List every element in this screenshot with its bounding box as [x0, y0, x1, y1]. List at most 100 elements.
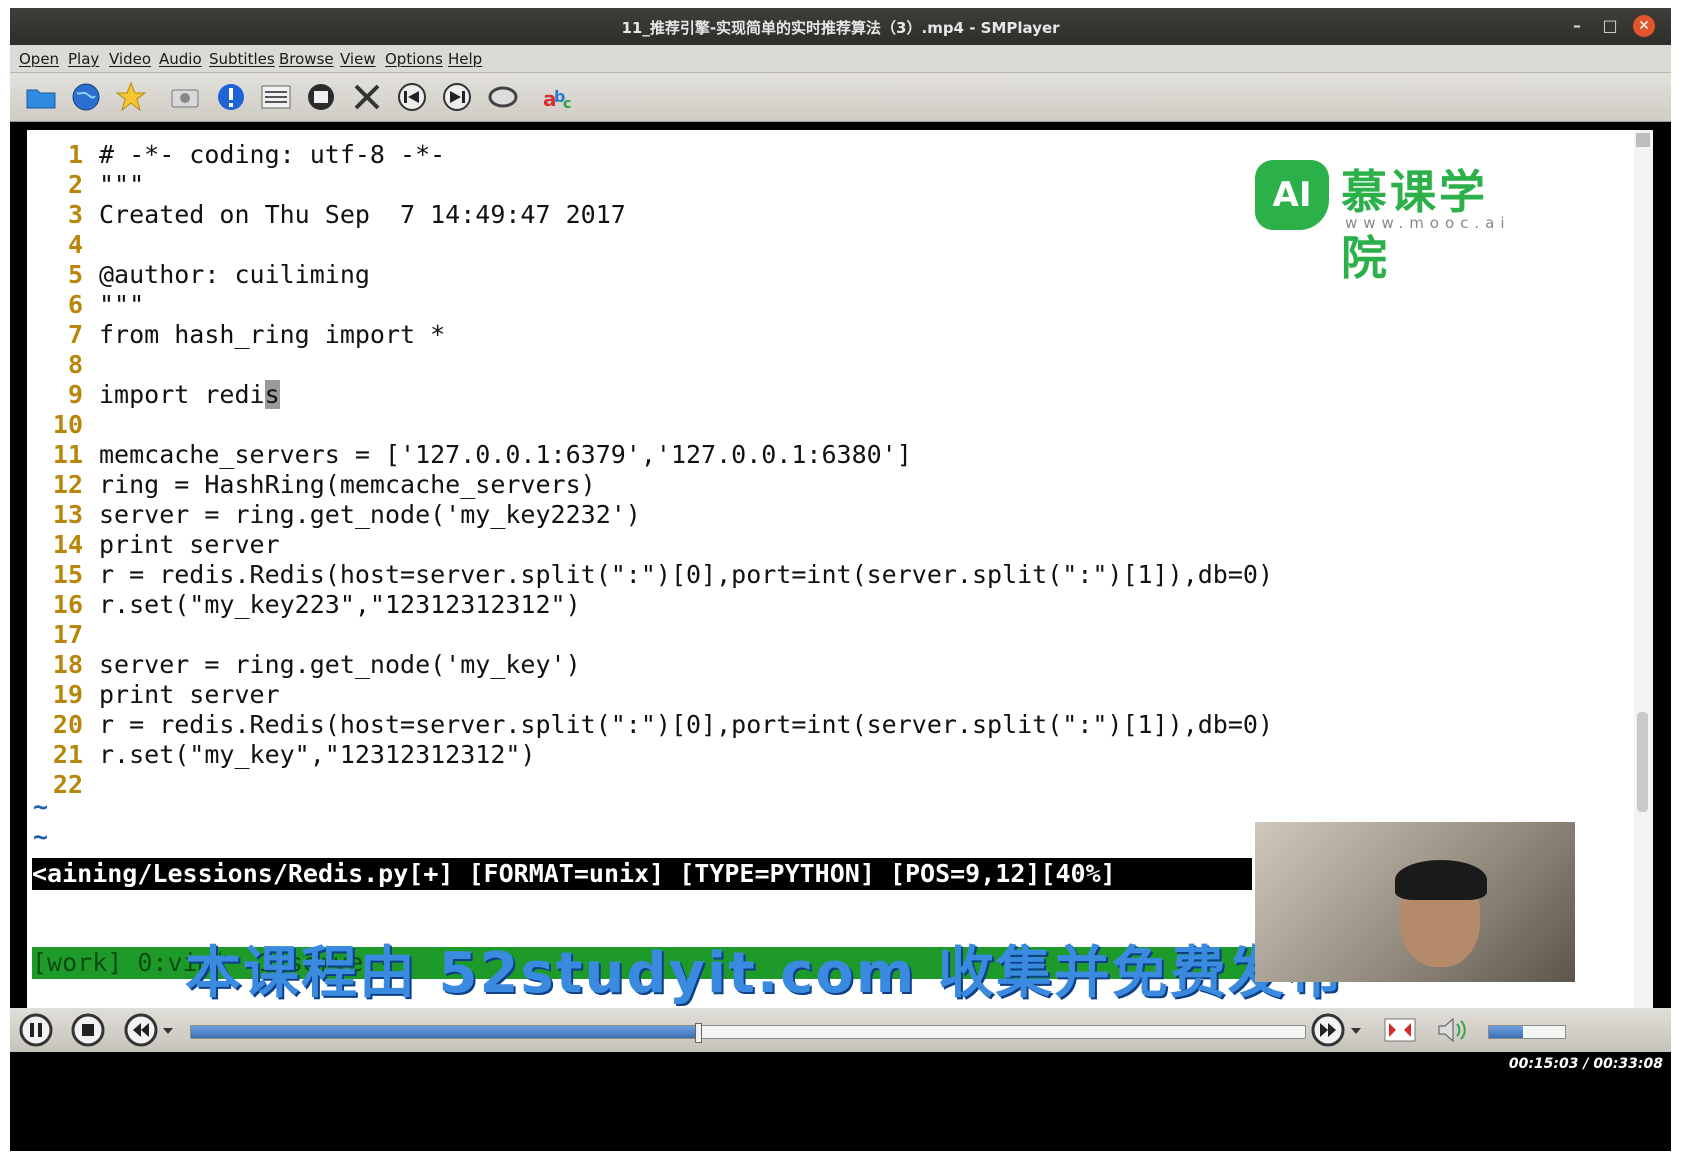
pause-icon[interactable] — [18, 1012, 54, 1048]
time-bar: 00:15:03 / 00:33:08 — [10, 1052, 1671, 1077]
code-text: ring = HashRing(memcache_servers) — [99, 470, 596, 499]
menu-play[interactable]: Play — [68, 50, 99, 68]
code-text: r.set("my_key","12312312312") — [99, 740, 536, 769]
screenshot-camera-icon[interactable] — [168, 80, 202, 114]
line-number: 16 — [52, 590, 83, 619]
seek-bar[interactable] — [190, 1023, 1306, 1043]
vim-statusline: <aining/Lessions/Redis.py[+] [FORMAT=uni… — [32, 858, 1252, 890]
empty-line-tilde: ~ — [33, 822, 49, 851]
code-text-content: # -*- coding: utf-8 -*- — [99, 140, 446, 169]
favorites-star-icon[interactable] — [114, 80, 148, 114]
playback-controls — [10, 1008, 1671, 1052]
volume-speaker-icon[interactable] — [1434, 1012, 1470, 1048]
forward-menu-chevron-icon[interactable] — [1348, 1012, 1364, 1048]
code-text: @author: cuiliming — [99, 260, 370, 289]
line-number: 7 — [67, 320, 83, 349]
playlist-icon[interactable] — [259, 80, 293, 114]
line-number: 9 — [67, 380, 83, 409]
code-text-content: server = ring.get_node('my_key') — [99, 650, 581, 679]
presenter-hair — [1395, 860, 1487, 900]
rewind-icon[interactable] — [123, 1012, 159, 1048]
code-text-content: print server — [99, 530, 280, 559]
menu-open[interactable]: Open — [19, 50, 59, 68]
volume-slider[interactable] — [1488, 1025, 1566, 1039]
logo-url: www.mooc.ai — [1345, 214, 1511, 232]
line-number: 5 — [67, 260, 83, 289]
forward-icon[interactable] — [1310, 1012, 1346, 1048]
open-folder-icon[interactable] — [24, 80, 58, 114]
line-number: 11 — [52, 440, 83, 469]
code-text: print server — [99, 530, 280, 559]
line-number: 12 — [52, 470, 83, 499]
empty-line-tilde: ~ — [33, 792, 49, 821]
code-text: server = ring.get_node('my_key2232') — [99, 500, 641, 529]
code-text-content: memcache_servers = ['127.0.0.1:6379','12… — [99, 440, 912, 469]
maximize-button[interactable]: □ — [1596, 12, 1624, 40]
scroll-up-icon[interactable] — [1636, 133, 1650, 147]
code-text: """ — [99, 170, 144, 199]
preferences-tools-icon[interactable] — [350, 80, 384, 114]
fullscreen-icon[interactable] — [1382, 1012, 1418, 1048]
code-text: server = ring.get_node('my_key') — [99, 650, 581, 679]
menu-options[interactable]: Options — [385, 50, 443, 68]
line-number: 3 — [67, 200, 83, 229]
playback-time: 00:15:03 / 00:33:08 — [1508, 1056, 1663, 1072]
line-number: 1 — [67, 140, 83, 169]
code-text-content: r.set("my_key223","12312312312") — [99, 590, 581, 619]
rewind-menu-chevron-icon[interactable] — [160, 1012, 176, 1048]
code-text: memcache_servers = ['127.0.0.1:6379','12… — [99, 440, 912, 469]
code-text: r = redis.Redis(host=server.split(":")[0… — [99, 710, 1273, 739]
editor-scrollbar[interactable] — [1634, 130, 1653, 1055]
stop-icon[interactable] — [70, 1012, 106, 1048]
code-text: """ — [99, 290, 144, 319]
line-number: 4 — [67, 230, 83, 259]
line-number: 18 — [52, 650, 83, 679]
code-text-content: server = ring.get_node('my_key2232') — [99, 500, 641, 529]
line-number: 2 — [67, 170, 83, 199]
toolbar: abc — [10, 73, 1671, 122]
line-number: 15 — [52, 560, 83, 589]
menu-browse[interactable]: Browse — [279, 50, 334, 68]
minimize-button[interactable]: – — [1563, 12, 1591, 40]
globe-icon[interactable] — [69, 80, 103, 114]
line-number: 14 — [52, 530, 83, 559]
code-text-content: print server — [99, 680, 280, 709]
code-text: from hash_ring import * — [99, 320, 445, 349]
mooc-logo: AI 慕课学院 www.mooc.ai — [1255, 156, 1525, 285]
line-number: 10 — [52, 410, 83, 439]
code-text: # -*- coding: utf-8 -*- — [99, 140, 445, 169]
next-icon[interactable] — [440, 80, 474, 114]
title-bar: 11_推荐引擎-实现简单的实时推荐算法（3）.mp4 - SMPlayer – … — [10, 8, 1671, 45]
code-text-content: ring = HashRing(memcache_servers) — [99, 470, 596, 499]
code-text: r.set("my_key223","12312312312") — [99, 590, 581, 619]
info-icon[interactable] — [214, 80, 248, 114]
seek-handle[interactable] — [695, 1023, 702, 1043]
video-area[interactable]: 1 # -*- coding: utf-8 -*- 2 """ 3 Created on … — [10, 122, 1671, 1072]
menu-help[interactable]: Help — [448, 50, 482, 68]
code-text-content: r = redis.Redis(host=server.split(":")[0… — [99, 560, 1273, 589]
menu-audio[interactable]: Audio — [159, 50, 202, 68]
menu-view[interactable]: View — [340, 50, 376, 68]
line-number: 8 — [67, 350, 83, 379]
previous-icon[interactable] — [395, 80, 429, 114]
code-text: r = redis.Redis(host=server.split(":")[0… — [99, 560, 1273, 589]
close-button[interactable]: ✕ — [1633, 15, 1655, 37]
seek-progress — [191, 1026, 695, 1038]
code-text: import redis — [99, 380, 280, 409]
code-text-content: r.set("my_key","12312312312") — [99, 740, 536, 769]
scroll-thumb[interactable] — [1637, 712, 1648, 812]
line-number: 17 — [52, 620, 83, 649]
webcam-overlay — [1255, 822, 1575, 982]
watermark-caption: 本课程由 52studyit.com 收集并免费发布 — [185, 941, 1344, 1006]
video-settings-icon[interactable] — [304, 80, 338, 114]
line-number: 13 — [52, 500, 83, 529]
line-number: 21 — [52, 740, 83, 769]
logo-badge: AI — [1255, 160, 1329, 230]
menu-video[interactable]: Video — [109, 50, 151, 68]
repeat-ab-icon[interactable] — [486, 80, 520, 114]
text-cursor: s — [264, 380, 280, 409]
menu-bar: Open Play Video Audio Subtitles Browse V… — [10, 45, 1671, 73]
code-text-content: import redi — [99, 380, 265, 409]
subtitles-abc-icon[interactable]: abc — [541, 80, 575, 114]
menu-subtitles[interactable]: Subtitles — [209, 50, 275, 68]
